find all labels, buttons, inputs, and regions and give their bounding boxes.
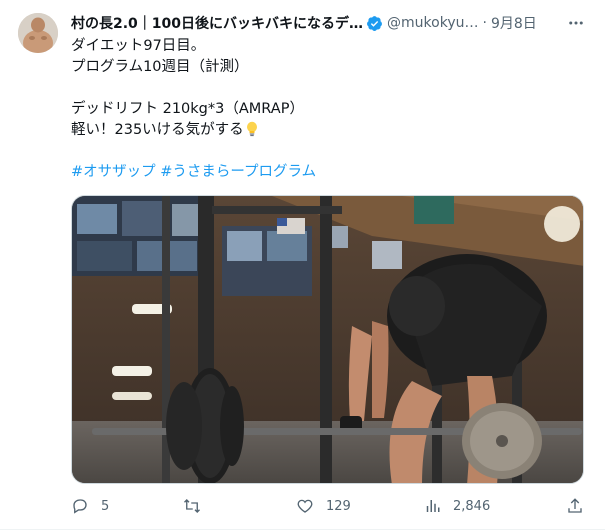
tweet-header: 村の長2.0｜100日後にバッキバキになるデ… @mukokyu… · 9月8日	[71, 11, 587, 35]
views-button[interactable]: 2,846	[423, 494, 490, 518]
light-bulb-icon	[246, 121, 257, 137]
reply-count: 5	[101, 498, 110, 514]
verified-badge-icon[interactable]	[366, 15, 383, 32]
display-name[interactable]: 村の長2.0｜100日後にバッキバキになるデ…	[71, 13, 363, 33]
heart-icon	[297, 499, 313, 513]
reply-icon	[73, 499, 87, 514]
hashtag-link[interactable]: #うさまらープログラム	[160, 164, 316, 180]
analytics-icon	[426, 500, 440, 512]
share-icon	[568, 498, 582, 513]
view-count: 2,846	[453, 498, 491, 514]
text-line-with-emoji: 軽い！235いける気がする	[71, 120, 581, 141]
avatar[interactable]	[18, 13, 58, 53]
hashtag-line: #オサザップ #うさまらープログラム	[71, 162, 581, 183]
more-options-icon[interactable]	[565, 12, 587, 34]
retweet-icon	[184, 499, 200, 513]
post-date[interactable]: 9月8日	[491, 13, 537, 33]
like-count: 129	[326, 498, 351, 514]
text-line: デッドリフト 210kg*3（AMRAP）	[71, 101, 304, 117]
text-line: 軽い！235いける気がする	[71, 122, 244, 138]
share-button[interactable]	[566, 494, 584, 518]
hashtag-link[interactable]: #オサザップ	[71, 164, 156, 180]
handle[interactable]: @mukokyu…	[387, 15, 478, 31]
media-photo[interactable]	[71, 195, 584, 484]
separator-dot: ·	[482, 15, 487, 31]
retweet-button[interactable]	[183, 494, 213, 518]
reply-button[interactable]: 5	[71, 494, 109, 518]
text-line: プログラム10週目（計測）	[71, 59, 249, 75]
like-button[interactable]: 129	[296, 494, 351, 518]
action-bar: 5 129 2,846	[71, 494, 586, 518]
tweet-card[interactable]: 村の長2.0｜100日後にバッキバキになるデ… @mukokyu… · 9月8日…	[0, 0, 605, 530]
tweet-text: ダイエット97日目。 プログラム10週目（計測） デッドリフト 210kg*3（…	[71, 36, 581, 183]
text-line: ダイエット97日目。	[71, 38, 206, 54]
